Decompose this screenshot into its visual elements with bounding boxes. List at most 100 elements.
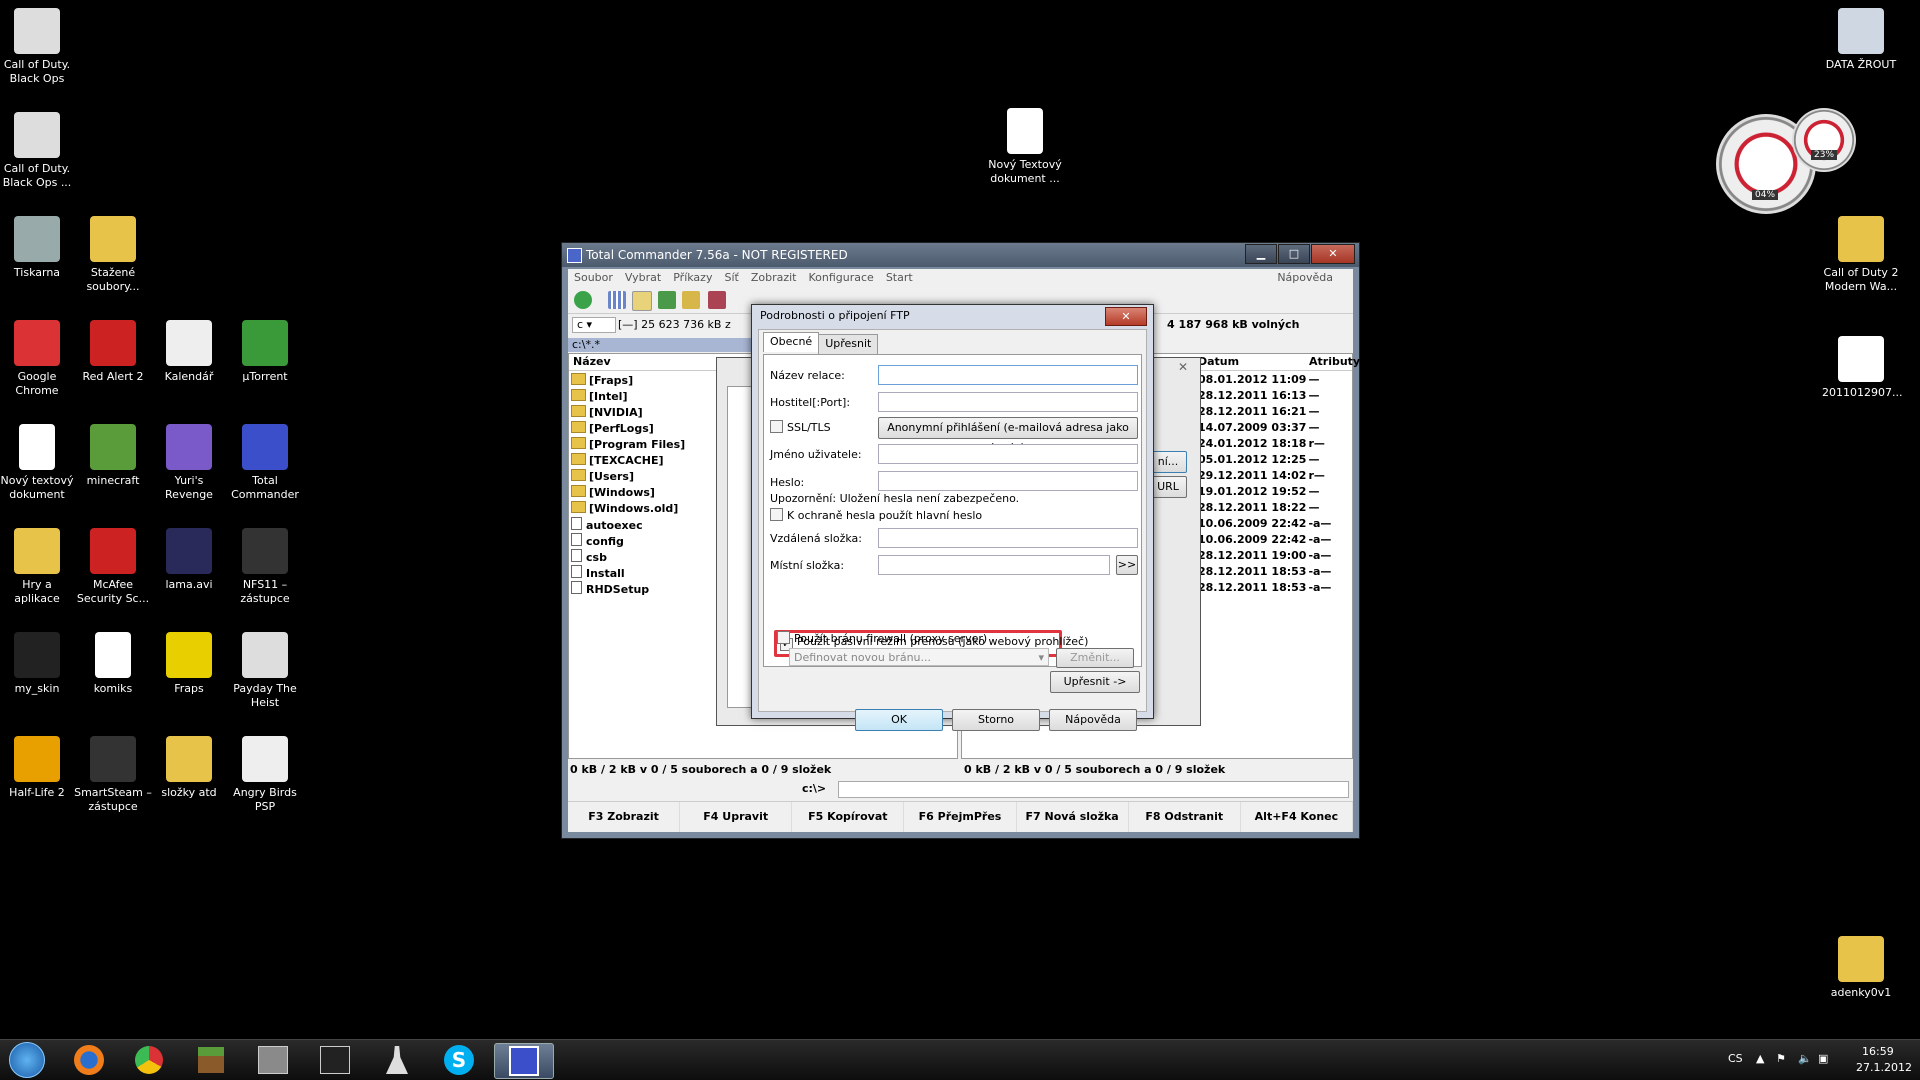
desktop-icon[interactable]: Call of Duty 2 Modern Wa...	[1822, 216, 1900, 294]
change-button[interactable]: Změnit...	[1056, 648, 1134, 668]
clock-date[interactable]: 27.1.2012	[1856, 1061, 1912, 1074]
menu-start[interactable]: Start	[886, 269, 913, 287]
desktop-icon[interactable]: NFS11 – zástupce	[226, 528, 304, 606]
password-input[interactable]	[878, 471, 1138, 491]
session-input[interactable]	[878, 365, 1138, 385]
file-row[interactable]: [TEXCACHE]	[571, 453, 664, 467]
file-row[interactable]: 28.12.2011 19:00 -a—	[1198, 549, 1331, 562]
master-password-checkbox[interactable]: K ochraně hesla použít hlavní heslo	[770, 508, 982, 523]
file-row[interactable]: csb	[571, 549, 607, 564]
user-input[interactable]	[878, 444, 1138, 464]
file-row[interactable]: 28.12.2011 16:13—	[1198, 389, 1319, 402]
menu-vybrat[interactable]: Vybrat	[625, 269, 661, 287]
desktop-icon[interactable]: Total Commander	[226, 424, 304, 502]
attr-column[interactable]: Atributy	[1309, 354, 1360, 370]
desktop-icon[interactable]: McAfee Security Sc...	[74, 528, 152, 606]
f3-view-button[interactable]: F3 Zobrazit	[568, 802, 681, 832]
desktop-icon[interactable]: DATA ŽROUT	[1822, 8, 1900, 72]
language-indicator[interactable]: CS	[1728, 1052, 1743, 1065]
menu-zobrazit[interactable]: Zobrazit	[751, 269, 797, 287]
tab-obecne[interactable]: Obecné	[763, 332, 820, 352]
file-row[interactable]: Install	[571, 565, 625, 580]
desktop-icon[interactable]: Nový textový dokument	[0, 424, 76, 502]
desktop-icon[interactable]: Half-Life 2	[0, 736, 76, 800]
file-row[interactable]: [Windows.old]	[571, 501, 678, 515]
desktop-icon[interactable]: Google Chrome	[0, 320, 76, 398]
firewall-checkbox[interactable]: Použít bránu firewall (proxy server)	[777, 631, 987, 646]
tab-upresnit[interactable]: Upřesnit	[818, 334, 879, 354]
pack-icon[interactable]	[708, 291, 726, 309]
ftp-connect-close[interactable]: ✕	[1178, 360, 1188, 374]
dialog-close-button[interactable]: ✕	[1105, 307, 1147, 326]
file-row[interactable]: 05.01.2012 12:25—	[1198, 453, 1319, 466]
file-row[interactable]: [Program Files]	[571, 437, 685, 451]
file-row[interactable]: 08.01.2012 11:09—	[1198, 373, 1319, 386]
desktop-icon[interactable]: Call of Duty. Black Ops ...	[0, 112, 76, 190]
nfs-icon[interactable]	[306, 1043, 364, 1077]
file-row[interactable]: [PerfLogs]	[571, 421, 654, 435]
close-button[interactable]: ✕	[1311, 244, 1355, 264]
desktop-icon[interactable]: Tiskarna	[0, 216, 76, 280]
desktop-icon[interactable]: Call of Duty. Black Ops	[0, 8, 76, 86]
file-row[interactable]: 28.12.2011 18:53 -a—	[1198, 565, 1331, 578]
desktop-icon[interactable]: SmartSteam – zástupce	[74, 736, 152, 814]
altf4-exit-button[interactable]: Alt+F4 Konec	[1241, 802, 1353, 832]
dialog-titlebar[interactable]: Podrobnosti o připojení FTP ✕	[752, 305, 1153, 327]
show-hidden-icons[interactable]: ▲	[1756, 1052, 1764, 1065]
f7-newfolder-button[interactable]: F7 Nová složka	[1017, 802, 1129, 832]
menu-konfigurace[interactable]: Konfigurace	[808, 269, 873, 287]
ok-button[interactable]: OK	[855, 709, 943, 731]
desktop-icon[interactable]: Nový Textový dokument ...	[986, 108, 1064, 186]
desktop-icon[interactable]: Hry a aplikace	[0, 528, 76, 606]
file-row[interactable]: autoexec	[571, 517, 643, 532]
f5-copy-button[interactable]: F5 Kopírovat	[792, 802, 905, 832]
volume-icon[interactable]: 🔈	[1798, 1052, 1812, 1065]
thumbnail-icon[interactable]	[658, 291, 676, 309]
date-column[interactable]: Datum	[1198, 354, 1239, 370]
desktop-icon[interactable]: složky atd	[150, 736, 228, 800]
skype-icon[interactable]: S	[430, 1043, 488, 1077]
drive-select[interactable]: c ▾	[572, 317, 616, 333]
file-row[interactable]: 28.12.2011 18:22—	[1198, 501, 1319, 514]
file-row[interactable]: 29.12.2011 14:02 r—	[1198, 469, 1325, 482]
file-row[interactable]: 10.06.2009 22:42 -a—	[1198, 517, 1331, 530]
file-row[interactable]: 28.12.2011 16:21—	[1198, 405, 1319, 418]
clock-time[interactable]: 16:59	[1862, 1045, 1894, 1058]
desktop-icon[interactable]: Payday The Heist	[226, 632, 304, 710]
refresh-icon[interactable]	[574, 291, 592, 309]
browse-local-button[interactable]: >>	[1116, 555, 1138, 575]
name-column[interactable]: Název	[569, 355, 611, 368]
desktop-icon[interactable]: Fraps	[150, 632, 228, 696]
brief-view-icon[interactable]	[608, 291, 626, 309]
file-row[interactable]: 19.01.2012 19:52—	[1198, 485, 1319, 498]
desktop-icon[interactable]: Angry Birds PSP	[226, 736, 304, 814]
window-titlebar[interactable]: Total Commander 7.56a - NOT REGISTERED ▁…	[562, 243, 1359, 267]
total-commander-icon[interactable]	[494, 1043, 554, 1079]
f6-move-button[interactable]: F6 PřejmPřes	[904, 802, 1017, 832]
network-icon[interactable]: ▣	[1818, 1052, 1828, 1065]
full-view-icon[interactable]	[632, 291, 652, 311]
start-orb-icon[interactable]	[2, 1042, 52, 1078]
ftp-side-button-1[interactable]: ní...	[1149, 451, 1187, 473]
minecraft-icon[interactable]	[182, 1043, 240, 1077]
desktop-icon[interactable]: komiks	[74, 632, 152, 696]
desktop-icon[interactable]: minecraft	[74, 424, 152, 488]
cs-icon[interactable]	[244, 1043, 302, 1077]
action-center-icon[interactable]: ⚑	[1776, 1052, 1786, 1065]
desktop-icon[interactable]: adenky0v1	[1822, 936, 1900, 1000]
desktop-icon[interactable]: 2011012907...	[1822, 336, 1902, 400]
file-row[interactable]: [Users]	[571, 469, 634, 483]
firefox-icon[interactable]	[60, 1043, 118, 1077]
help-button[interactable]: Nápověda	[1049, 709, 1137, 731]
cpu-meter-gadget[interactable]: 04% 23%	[1716, 108, 1856, 220]
file-row[interactable]: config	[571, 533, 624, 548]
remote-folder-input[interactable]	[878, 528, 1138, 548]
command-input[interactable]	[838, 781, 1349, 798]
desktop-icon[interactable]: Kalendář	[150, 320, 228, 384]
cancel-button[interactable]: Storno	[952, 709, 1040, 731]
menu-soubor[interactable]: Soubor	[574, 269, 613, 287]
menu-sit[interactable]: Síť	[724, 269, 738, 287]
desktop-icon[interactable]: Stažené soubory...	[74, 216, 152, 294]
file-row[interactable]: 10.06.2009 22:42 -a—	[1198, 533, 1331, 546]
ftp-url-button[interactable]: URL	[1149, 476, 1187, 498]
